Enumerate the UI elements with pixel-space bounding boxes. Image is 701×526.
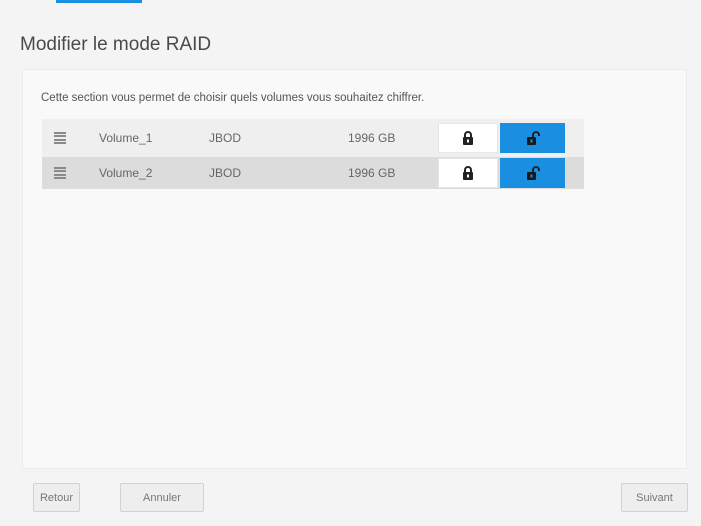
unlock-button[interactable] [500,158,565,188]
unlock-button[interactable] [500,123,565,153]
drag-handle-icon[interactable] [54,132,66,144]
unlock-icon [526,166,540,180]
next-button[interactable]: Suivant [621,483,688,512]
raid-mode-page: Modifier le mode RAID Cette section vous… [0,0,701,526]
back-button[interactable]: Retour [33,483,80,512]
volume-type: JBOD [209,166,242,180]
lock-button[interactable] [438,158,498,188]
lock-icon [463,131,473,145]
section-description: Cette section vous permet de choisir que… [41,92,425,104]
volume-table: Volume_1 JBOD 1996 GB Volume_2 JBOD 1996… [42,119,584,189]
unlock-icon [526,131,540,145]
volume-row: Volume_1 JBOD 1996 GB [42,119,584,157]
top-accent-bar [56,0,142,3]
cancel-button[interactable]: Annuler [120,483,204,512]
lock-icon [463,166,473,180]
content-panel: Cette section vous permet de choisir que… [22,69,687,469]
lock-button[interactable] [438,123,498,153]
volume-name: Volume_1 [99,131,153,145]
volume-name: Volume_2 [99,166,153,180]
volume-size: 1996 GB [348,166,396,180]
drag-handle-icon[interactable] [54,167,66,179]
volume-size: 1996 GB [348,131,396,145]
page-title: Modifier le mode RAID [20,34,212,55]
volume-type: JBOD [209,131,242,145]
volume-row: Volume_2 JBOD 1996 GB [42,157,584,189]
